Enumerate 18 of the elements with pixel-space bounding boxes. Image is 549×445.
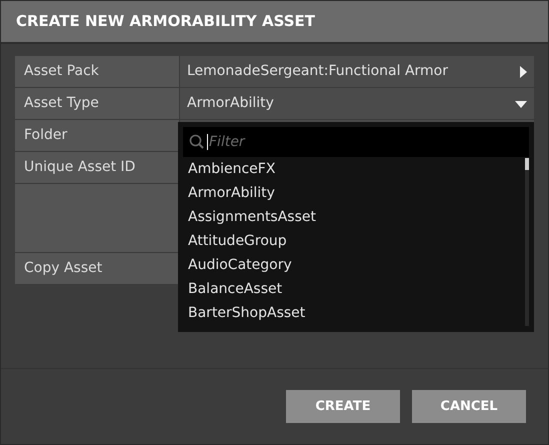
expand-arrow-icon[interactable] <box>519 66 527 78</box>
field-label: Unique Asset ID <box>15 152 180 183</box>
dropdown-item[interactable]: ArmorAbility <box>188 181 525 205</box>
field-label: Asset Pack <box>15 56 180 87</box>
dropdown-item[interactable]: AmbienceFX <box>188 157 525 181</box>
field-value: ArmorAbility <box>187 94 274 113</box>
field-label: Copy Asset <box>15 253 180 284</box>
dropdown-caret-icon[interactable] <box>515 100 527 108</box>
dropdown-item[interactable]: AssignmentsAsset <box>188 205 525 229</box>
field-value: LemonadeSergeant:Functional Armor <box>187 62 448 81</box>
dropdown-item[interactable]: AttitudeGroup <box>188 229 525 253</box>
dropdown-item[interactable]: BalanceAsset <box>188 277 525 301</box>
filter-field[interactable]: Filter <box>183 127 529 157</box>
window-title: CREATE NEW ARMORABILITY ASSET <box>16 11 316 32</box>
field-label: Asset Type <box>15 88 180 119</box>
dropdown-item[interactable]: AudioCategory <box>188 253 525 277</box>
dropdown-item[interactable]: BarterShopAsset <box>188 301 525 325</box>
field-label: Folder <box>15 120 180 151</box>
